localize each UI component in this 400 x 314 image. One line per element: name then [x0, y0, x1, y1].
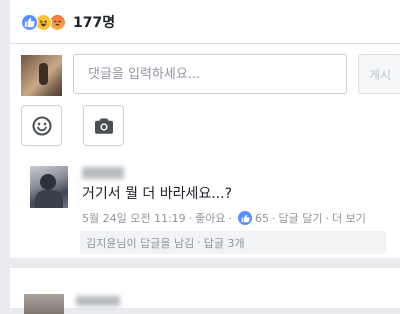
reactions-summary[interactable]: 177명 [21, 12, 115, 32]
sticker-button[interactable] [21, 105, 62, 146]
like-mini-icon [238, 211, 253, 225]
separator: · [325, 211, 330, 225]
like-icon [21, 13, 38, 31]
smile-icon [32, 116, 51, 135]
next-commenter-avatar[interactable] [24, 294, 64, 314]
next-comment-card [10, 268, 400, 314]
photo-button[interactable] [83, 105, 124, 146]
next-commenter-name-blurred [76, 296, 120, 306]
divider [10, 43, 400, 44]
separator: · [197, 236, 201, 249]
more-link[interactable]: 더 보기 [332, 210, 366, 226]
reply-link[interactable]: 답글 달기 [279, 210, 323, 226]
camera-icon [94, 118, 113, 134]
separator: · [228, 211, 233, 225]
reply-author-text: 김지윤님이 답글을 남김 [86, 236, 195, 250]
commenter-avatar[interactable] [30, 166, 68, 208]
commenter-name-blurred [82, 167, 124, 179]
comment-timestamp[interactable]: 5월 24일 오전 11:19 [82, 210, 186, 226]
like-count[interactable]: 65 [255, 212, 269, 225]
my-avatar [21, 55, 62, 96]
separator: · [272, 211, 276, 225]
comment-input[interactable] [73, 54, 347, 94]
post-button[interactable]: 게시 [358, 54, 400, 94]
reply-count: 답글 3개 [203, 236, 245, 250]
comment-meta: 5월 24일 오전 11:19 · 좋아요 · 65 · 답글 달기 · 더 보… [82, 210, 366, 226]
separator: · [188, 211, 193, 225]
comment-text: 거기서 뭘 더 바라세요...? [82, 186, 233, 202]
comments-card: 177명 게시 거기서 뭘 더 바라세요...? 5월 24일 오전 11:19… [10, 0, 400, 258]
reaction-count[interactable]: 177명 [73, 12, 115, 32]
replies-summary[interactable]: 김지윤님이 답글을 남김 · 답글 3개 [80, 231, 386, 254]
like-link[interactable]: 좋아요 [195, 210, 225, 226]
